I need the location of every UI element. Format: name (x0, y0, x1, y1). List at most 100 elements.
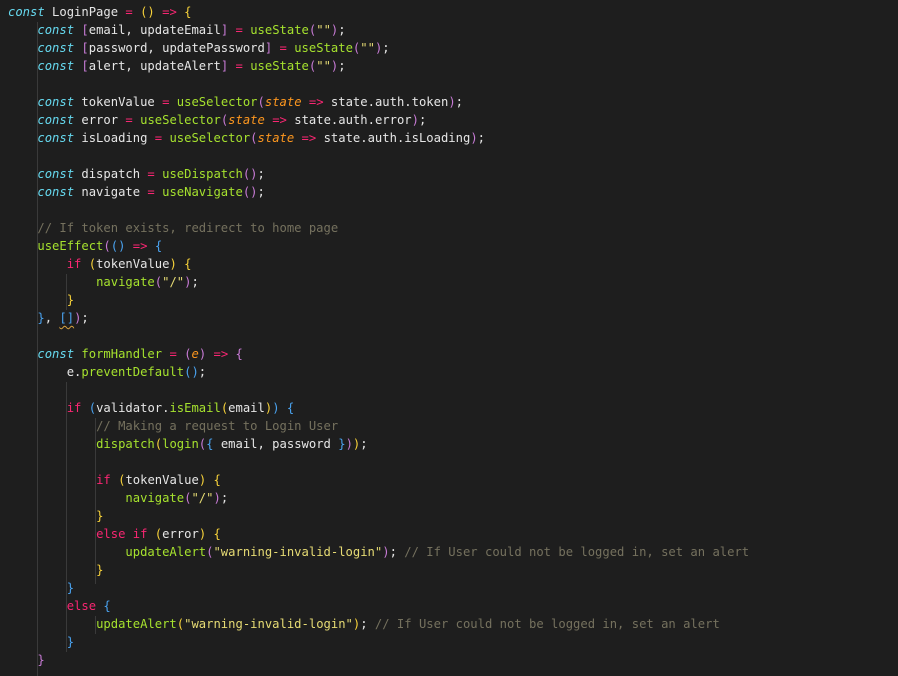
code-token: } (37, 653, 45, 667)
code-line[interactable]: if (validator.isEmail(email)) { (8, 399, 295, 417)
code-line[interactable]: const [email, updateEmail] = useState(""… (8, 21, 345, 39)
code-token: if (96, 473, 111, 487)
code-line[interactable]: const dispatch = useDispatch(); (8, 165, 265, 183)
code-token: state (257, 131, 295, 145)
code-line[interactable]: const error = useSelector(state => state… (8, 111, 426, 129)
code-token: formHandler (81, 347, 163, 361)
code-line[interactable]: const LoginPage = () => { (8, 3, 192, 21)
code-token: => (301, 131, 317, 145)
code-line[interactable]: // If token exists, redirect to home pag… (8, 219, 338, 237)
code-token: } (66, 635, 75, 649)
code-token: ) (345, 437, 353, 451)
code-token: LoginPage (44, 5, 126, 19)
code-token: ( (88, 401, 97, 415)
code-token: = (125, 113, 133, 127)
code-token: const (37, 59, 75, 73)
code-line[interactable]: // Making a request to Login User (8, 417, 338, 435)
code-token: { (184, 5, 192, 19)
code-token: = (147, 185, 155, 199)
code-token: useEffect (37, 239, 104, 253)
code-token: if (66, 257, 82, 271)
code-line[interactable]: } (8, 507, 103, 525)
code-line[interactable]: const [password, updatePassword] = useSt… (8, 39, 390, 57)
code-token: ( (103, 239, 111, 253)
code-token: ( (257, 95, 265, 109)
code-line[interactable]: } (8, 579, 74, 597)
code-token: [ (81, 59, 89, 73)
code-token: // If token exists, redirect to home pag… (37, 221, 339, 235)
code-line[interactable]: navigate("/"); (8, 489, 228, 507)
code-line[interactable]: useEffect(() => { (8, 237, 162, 255)
code-line[interactable]: else if (error) { (8, 525, 221, 543)
code-line[interactable]: if (tokenValue) { (8, 471, 221, 489)
code-token: () (242, 167, 258, 181)
code-line[interactable]: updateAlert("warning-invalid-login"); //… (8, 543, 749, 561)
code-line[interactable]: const isLoading = useSelector(state => s… (8, 129, 485, 147)
code-token: } (66, 581, 75, 595)
code-token: { (213, 527, 221, 541)
code-token: const (37, 41, 75, 55)
code-token: useSelector (140, 113, 221, 127)
code-token: [] (59, 311, 75, 325)
code-line[interactable]: const [alert, updateAlert] = useState(""… (8, 57, 345, 75)
code-token: [ (81, 23, 89, 37)
code-line[interactable]: else { (8, 597, 111, 615)
code-token: () (242, 185, 258, 199)
code-line[interactable]: } (8, 291, 74, 309)
code-token: ; (220, 491, 229, 505)
code-token: ( (250, 131, 258, 145)
code-token: = (154, 131, 163, 145)
code-line[interactable]: } (8, 633, 74, 651)
code-line[interactable]: const formHandler = (e) => { (8, 345, 243, 363)
code-line[interactable]: const navigate = useNavigate(); (8, 183, 265, 201)
code-token: state (228, 113, 265, 127)
code-token: ; (389, 545, 405, 559)
code-line[interactable]: }, []); (8, 309, 88, 327)
code-token: } (338, 437, 346, 451)
code-token: useState (250, 59, 309, 73)
code-line[interactable]: const tokenValue = useSelector(state => … (8, 93, 463, 111)
code-line[interactable]: e.preventDefault(); (8, 363, 206, 381)
code-token: state.auth.token (323, 95, 449, 109)
code-token: } (96, 509, 104, 523)
code-line[interactable]: updateAlert("warning-invalid-login"); //… (8, 615, 720, 633)
code-token: isEmail (169, 401, 221, 415)
code-token: () (140, 5, 155, 19)
code-line[interactable]: } (8, 651, 45, 669)
code-editor[interactable]: const LoginPage = () => { const [email, … (0, 0, 898, 676)
code-token: ; (382, 41, 390, 55)
code-token: // If User could not be logged in, set a… (374, 617, 720, 631)
code-token: state (264, 95, 302, 109)
code-token: dispatch (96, 437, 155, 451)
code-token: const (37, 113, 75, 127)
code-line[interactable]: } (8, 561, 103, 579)
code-token: useSelector (176, 95, 258, 109)
code-token: ( (154, 275, 163, 289)
code-line[interactable]: dispatch(login({ email, password })); (8, 435, 368, 453)
code-line[interactable]: if (tokenValue) { (8, 255, 192, 273)
code-token: = (235, 59, 243, 73)
code-token: navigate (96, 275, 155, 289)
code-token: ) (470, 131, 478, 145)
code-token: e (191, 347, 199, 361)
code-token: useState (294, 41, 353, 55)
code-token: // Making a request to Login User (96, 419, 339, 433)
code-line[interactable]: navigate("/"); (8, 273, 199, 291)
code-token: useNavigate (162, 185, 243, 199)
code-token: navigate (74, 185, 148, 199)
